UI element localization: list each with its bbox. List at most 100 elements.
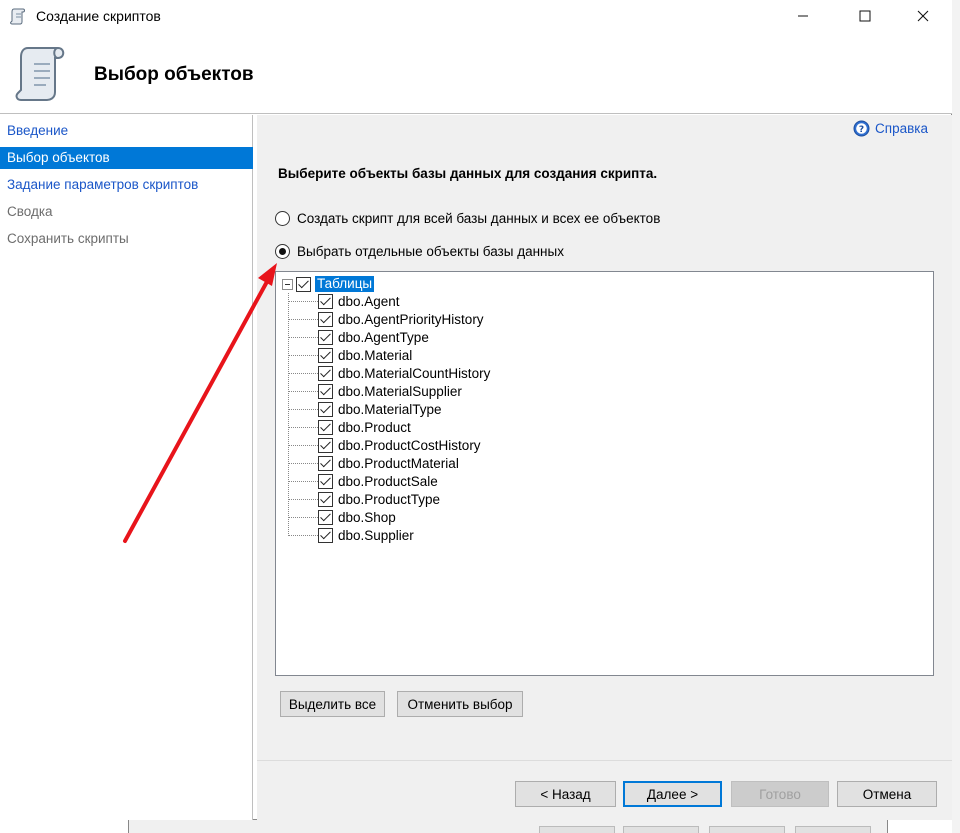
tree-guide-line [288,300,318,302]
script-scroll-icon [15,47,65,101]
background-button [623,826,699,833]
tree-item[interactable]: dbo.ProductMaterial [288,454,459,472]
minimize-icon [798,15,808,17]
content-panel: ? Справка Выберите объекты базы данных д… [257,115,952,760]
tree-guide-line [288,480,318,482]
window-title: Создание скриптов [36,8,161,24]
tree-item-label: dbo.MaterialSupplier [338,383,462,399]
tree-item-label: dbo.ProductType [338,491,441,507]
radio-label: Выбрать отдельные объекты базы данных [297,244,564,259]
tree-item[interactable]: dbo.Product [288,418,411,436]
tree-item[interactable]: dbo.MaterialSupplier [288,382,462,400]
nav-item-script-options[interactable]: Задание параметров скриптов [0,174,253,196]
collapse-icon[interactable] [282,278,293,290]
tree-guide-line [288,462,318,464]
checkbox[interactable] [318,491,333,507]
tree-guide-line [288,408,318,410]
tree-item-label: dbo.Agent [338,293,400,309]
maximize-button[interactable] [842,0,888,32]
tree-item[interactable]: dbo.ProductCostHistory [288,436,481,454]
nav-item-choose-objects[interactable]: Выбор объектов [0,147,253,169]
wizard-footer: < Назад Далее > Готово Отмена [257,760,952,820]
help-label: Справка [875,121,928,136]
tree-guide-line [288,534,318,536]
cancel-button[interactable]: Отмена [837,781,937,807]
object-tree[interactable]: Таблицы dbo.Agent dbo.AgentPriorityHisto… [275,271,934,676]
tree-item[interactable]: dbo.Supplier [288,526,414,544]
checkbox[interactable] [318,419,333,435]
tree-guide-line [288,516,318,518]
tree-guide-line [288,426,318,428]
tree-item-label: dbo.Product [338,419,411,435]
tree-item-label: dbo.Supplier [338,527,414,543]
radio-select-specific-objects[interactable]: Выбрать отдельные объекты базы данных [275,244,564,259]
tree-guide-line [288,498,318,500]
script-scroll-icon [10,8,25,25]
wizard-header: Выбор объектов [0,32,952,114]
tree-guide-line [288,354,318,356]
tree-item[interactable]: dbo.ProductSale [288,472,438,490]
tree-item-label: dbo.AgentPriorityHistory [338,311,484,327]
checkbox[interactable] [318,383,333,399]
maximize-icon [859,10,871,22]
tree-guide-line [288,390,318,392]
checkbox[interactable] [318,365,333,381]
next-button[interactable]: Далее > [623,781,722,807]
select-all-button[interactable]: Выделить все [280,691,385,717]
tree-item[interactable]: dbo.MaterialType [288,400,442,418]
background-button [795,826,871,833]
tree-item-label: dbo.Material [338,347,413,363]
tree-item[interactable]: dbo.AgentPriorityHistory [288,310,484,328]
svg-text:?: ? [859,125,864,135]
tree-item-label: dbo.MaterialCountHistory [338,365,491,381]
tree-item-label: dbo.ProductSale [338,473,438,489]
title-bar: Создание скриптов [0,0,952,32]
tree-item[interactable]: dbo.ProductType [288,490,440,508]
checkbox[interactable] [318,509,333,525]
deselect-all-button[interactable]: Отменить выбор [397,691,523,717]
nav-item-intro[interactable]: Введение [0,120,253,142]
checkbox[interactable] [318,437,333,453]
section-title: Выберите объекты базы данных для создани… [278,166,658,181]
tree-item-label: dbo.MaterialType [338,401,442,417]
script-wizard-window: Создание скриптов Выбор объектов Введени… [0,0,952,820]
radio-script-entire-db[interactable]: Создать скрипт для всей базы данных и вс… [275,211,660,226]
checkbox[interactable] [318,401,333,417]
nav-item-save-scripts: Сохранить скрипты [7,231,129,246]
close-button[interactable] [900,0,946,32]
radio-button[interactable] [275,211,290,226]
tree-guide-line [288,336,318,338]
tree-item[interactable]: dbo.Agent [288,292,400,310]
checkbox[interactable] [318,329,333,345]
checkbox[interactable] [318,527,333,543]
checkbox[interactable] [318,473,333,489]
radio-button[interactable] [275,244,290,259]
tree-item[interactable]: dbo.MaterialCountHistory [288,364,490,382]
close-icon [917,10,929,22]
background-window-bottom [128,820,888,833]
tree-item[interactable]: dbo.Shop [288,508,396,526]
tree-guide-line [288,372,318,374]
page-title: Выбор объектов [94,64,254,85]
tree-item[interactable]: dbo.Material [288,346,412,364]
minimize-button[interactable] [780,0,826,32]
wizard-nav: Введение Выбор объектов Задание параметр… [0,115,253,820]
help-link[interactable]: ? Справка [853,120,928,137]
tree-node-label: Таблицы [315,276,375,292]
checkbox[interactable] [318,455,333,471]
checkbox[interactable] [318,347,333,363]
background-button [709,826,785,833]
checkbox-tables[interactable] [296,276,311,292]
background-button [539,826,615,833]
back-button[interactable]: < Назад [515,781,616,807]
background-window-edge [952,0,960,833]
checkbox[interactable] [318,293,333,309]
tree-guide-line [288,444,318,446]
tree-item-label: dbo.Shop [338,509,396,525]
tree-node-tables[interactable]: Таблицы [282,275,375,293]
tree-guide-line [288,318,318,320]
tree-item-label: dbo.ProductCostHistory [338,437,481,453]
help-icon: ? [853,120,870,137]
tree-item[interactable]: dbo.AgentType [288,328,429,346]
checkbox[interactable] [318,311,333,327]
